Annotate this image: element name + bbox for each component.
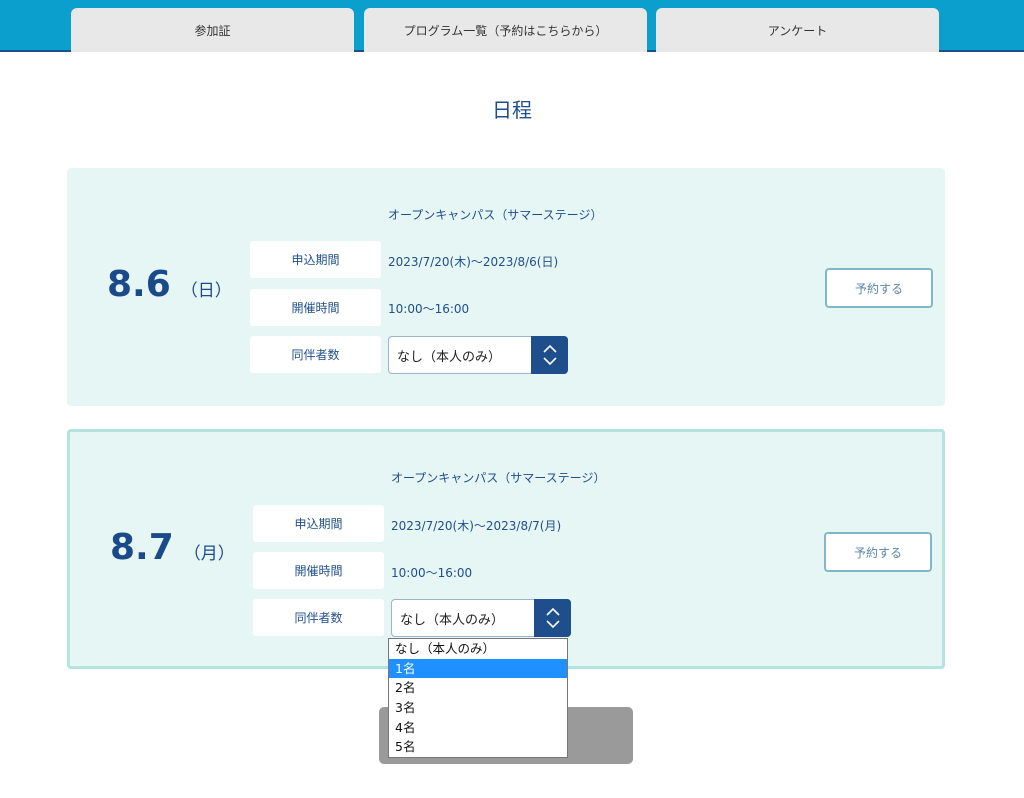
event-date-number: 8.6 [107, 264, 171, 305]
select-chevron-icon[interactable] [531, 336, 568, 374]
program-title: オープンキャンパス（サマーステージ） [388, 208, 603, 222]
tab-survey[interactable]: アンケート [656, 8, 939, 52]
companion-count-select[interactable]: なし（本人のみ） [391, 599, 571, 637]
event-time-label: 開催時間 [253, 552, 384, 589]
event-date: 8.7 （月） [110, 527, 250, 568]
dropdown-option[interactable]: 3名 [389, 698, 567, 718]
event-time-label: 開催時間 [250, 289, 381, 326]
select-chevron-icon[interactable] [534, 599, 571, 637]
application-period-value: 2023/7/20(木)〜2023/8/6(日) [388, 255, 559, 269]
event-card: 8.6 （日） オープンキャンパス（サマーステージ） 申込期間 2023/7/2… [67, 168, 945, 406]
event-date-weekday: （月） [183, 544, 235, 564]
event-time-value: 10:00〜16:00 [391, 566, 473, 580]
tab-participation-card[interactable]: 参加証 [71, 8, 354, 52]
dropdown-option[interactable]: 2名 [389, 678, 567, 698]
tab-program-list[interactable]: プログラム一覧（予約はこちらから） [364, 8, 647, 52]
top-nav-bar: 参加証 プログラム一覧（予約はこちらから） アンケート [0, 0, 1024, 52]
event-date: 8.6 （日） [107, 264, 247, 305]
companion-count-label: 同伴者数 [250, 336, 381, 373]
application-period-label: 申込期間 [253, 505, 384, 542]
dropdown-option[interactable]: 4名 [389, 718, 567, 738]
event-time-value: 10:00〜16:00 [388, 302, 470, 316]
application-period-label: 申込期間 [250, 241, 381, 278]
page-title: 日程 [492, 98, 532, 122]
companion-count-dropdown[interactable]: なし（本人のみ） 1名 2名 3名 4名 5名 [388, 638, 568, 758]
reserve-button[interactable]: 予約する [825, 268, 933, 308]
companion-count-select[interactable]: なし（本人のみ） [388, 336, 568, 374]
companion-count-selected: なし（本人のみ） [400, 612, 505, 628]
event-date-weekday: （日） [180, 281, 232, 301]
application-period-value: 2023/7/20(木)〜2023/8/7(月) [391, 519, 562, 533]
event-card: 8.7 （月） オープンキャンパス（サマーステージ） 申込期間 2023/7/2… [67, 429, 945, 669]
dropdown-option[interactable]: 5名 [389, 737, 567, 757]
companion-count-label: 同伴者数 [253, 599, 384, 636]
dropdown-option-highlighted[interactable]: 1名 [389, 658, 567, 679]
event-date-number: 8.7 [110, 527, 174, 568]
reserve-button[interactable]: 予約する [824, 532, 932, 572]
dropdown-option[interactable]: なし（本人のみ） [389, 639, 567, 659]
companion-count-selected: なし（本人のみ） [397, 349, 502, 365]
program-title: オープンキャンパス（サマーステージ） [391, 471, 606, 485]
